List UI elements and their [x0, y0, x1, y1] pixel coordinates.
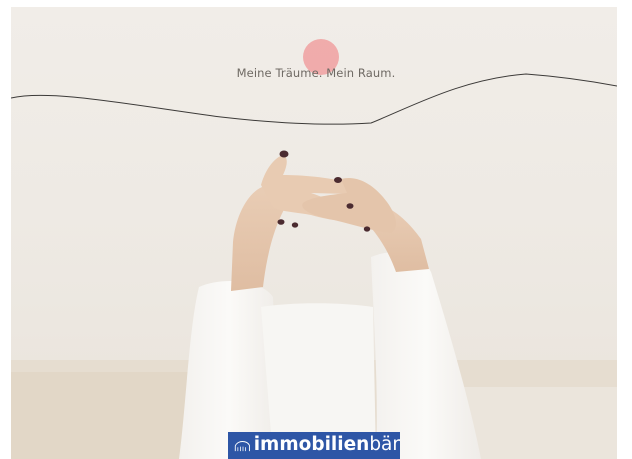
brand-name-light: bär	[369, 434, 400, 456]
brand-name: immobilienbär	[254, 436, 400, 455]
bear-house-icon	[234, 440, 250, 451]
brand-logo[interactable]: immobilienbär	[228, 432, 400, 459]
brand-name-bold: immobilien	[253, 434, 370, 456]
mountain-line	[11, 73, 617, 125]
tagline: Meine Träume. Mein Raum.	[236, 66, 396, 80]
page: Meine Träume. Mein Raum. immobilienbär	[0, 0, 632, 459]
